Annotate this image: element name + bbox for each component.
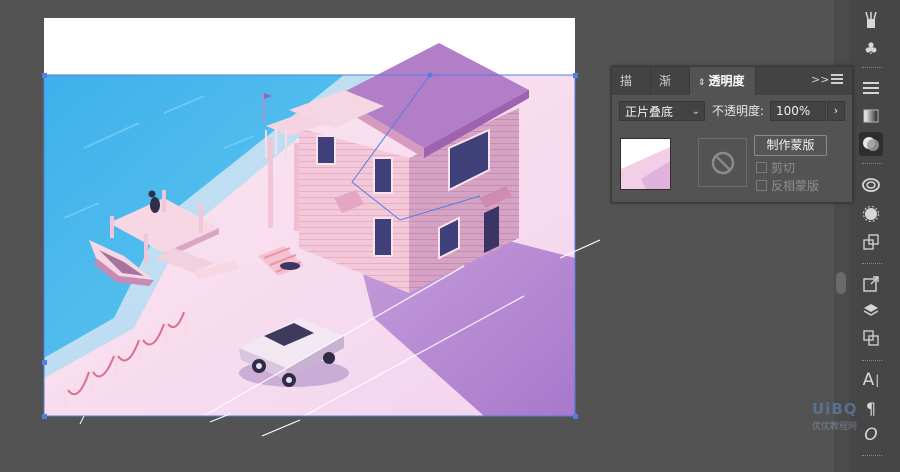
clip-checkbox[interactable] xyxy=(756,162,767,173)
watermark-logo: UiBQ xyxy=(812,400,858,418)
invert-mask-option[interactable]: 反相蒙版 xyxy=(756,179,819,193)
image-trace-icon[interactable] xyxy=(859,230,883,254)
paragraph-icon[interactable]: ¶ xyxy=(859,396,883,420)
make-mask-button[interactable]: 制作蒙版 xyxy=(754,135,827,156)
transparency-panel: 描边 渐变 ⇕透明度 >> 正片叠底 ⌄ 不透明度: 100% › 制作蒙版 剪… xyxy=(611,66,853,203)
watermark-caption: 优优教程网 xyxy=(812,422,858,432)
artwork-thumbnail[interactable] xyxy=(620,138,671,190)
opentype-icon[interactable]: O xyxy=(859,423,883,447)
blend-mode-dropdown[interactable]: 正片叠底 ⌄ xyxy=(619,101,705,121)
stroke-lines-icon[interactable] xyxy=(859,76,883,100)
blend-mode-value: 正片叠底 xyxy=(625,105,674,119)
selection-handle-top-left[interactable] xyxy=(42,73,47,78)
brush-icon[interactable] xyxy=(859,8,883,32)
club-symbol-icon[interactable]: ♣ xyxy=(859,36,883,60)
chevron-down-icon: ⌄ xyxy=(691,106,700,117)
artboards-icon[interactable] xyxy=(859,326,883,350)
invert-mask-label: 反相蒙版 xyxy=(771,179,820,193)
tab-options-chevron-icon: ⇕ xyxy=(698,78,706,88)
tab-gradient[interactable]: 渐变 xyxy=(651,67,690,116)
opacity-label: 不透明度: xyxy=(712,104,765,118)
selection-handle-top-right[interactable] xyxy=(573,73,578,78)
artboard-canvas[interactable] xyxy=(44,18,575,416)
tab-transparency-label: 透明度 xyxy=(708,74,745,88)
layers-icon[interactable] xyxy=(859,299,883,323)
no-mask-icon xyxy=(711,151,734,174)
dock-scrollbar[interactable] xyxy=(836,272,846,294)
opacity-slider-toggle-icon[interactable]: › xyxy=(827,101,845,121)
house-illustration xyxy=(44,43,575,416)
panel-menu-icon[interactable] xyxy=(831,74,843,86)
tab-stroke[interactable]: 描边 xyxy=(612,67,651,116)
transparency-icon[interactable] xyxy=(859,132,883,156)
cc-libraries-icon[interactable] xyxy=(859,173,883,197)
selection-handle-bottom-left[interactable] xyxy=(42,414,47,419)
panel-tab-bar: 描边 渐变 ⇕透明度 >> xyxy=(612,67,852,116)
clip-label: 剪切 xyxy=(771,161,796,175)
gradient-icon[interactable] xyxy=(859,104,883,128)
export-icon[interactable] xyxy=(859,272,883,296)
selection-handle-left[interactable] xyxy=(42,360,47,365)
opacity-input[interactable]: 100% xyxy=(770,101,826,121)
clip-option[interactable]: 剪切 xyxy=(756,161,795,175)
appearance-icon[interactable] xyxy=(859,202,883,226)
selection-handle-bottom-right[interactable] xyxy=(573,414,578,419)
invert-mask-checkbox[interactable] xyxy=(756,180,767,191)
tab-transparency[interactable]: ⇕ 透明度 xyxy=(690,67,756,95)
collapse-panel-icon[interactable]: >> xyxy=(811,73,829,86)
mask-thumbnail[interactable] xyxy=(698,138,747,187)
character-icon[interactable]: A | xyxy=(859,368,883,392)
